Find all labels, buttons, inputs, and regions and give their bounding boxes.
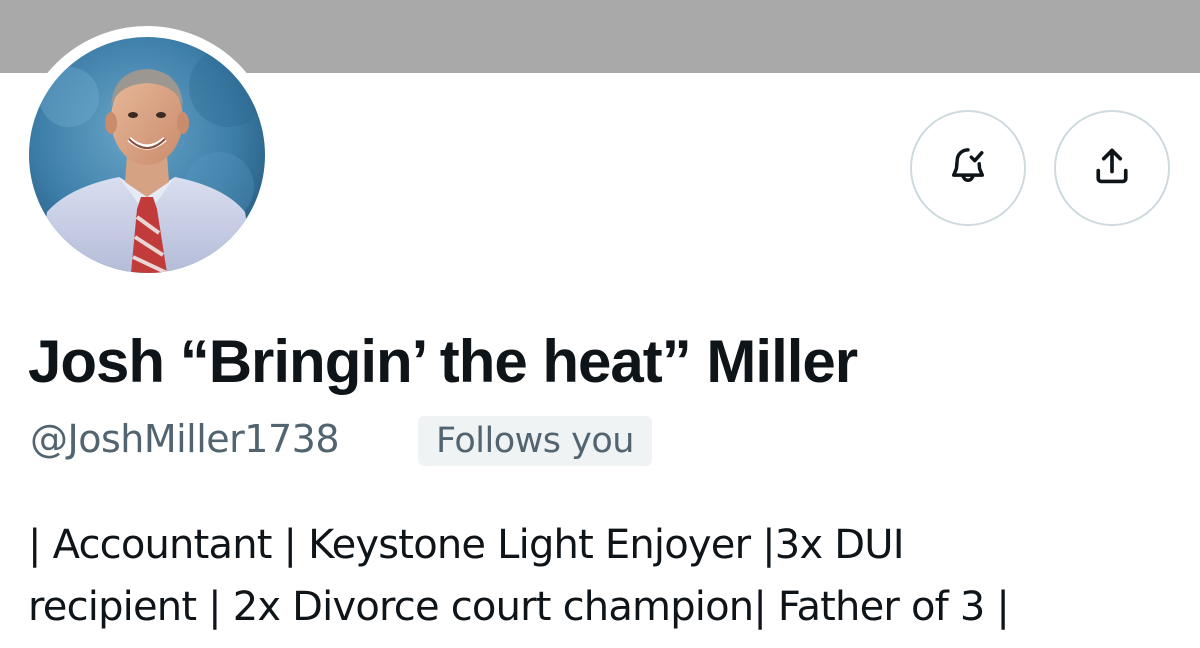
- avatar-photo: [29, 37, 265, 273]
- share-button[interactable]: [1054, 110, 1170, 226]
- share-upload-icon: [1090, 144, 1134, 193]
- profile-bio: | Accountant | Keystone Light Enjoyer |3…: [28, 514, 1188, 638]
- follows-you-badge: Follows you: [418, 416, 652, 466]
- bio-line: | Accountant | Keystone Light Enjoyer |3…: [28, 522, 905, 568]
- avatar[interactable]: [29, 37, 265, 273]
- bio-line: recipient | 2x Divorce court champion| F…: [28, 584, 1010, 630]
- notifications-button[interactable]: [910, 110, 1026, 226]
- bell-check-icon: [946, 144, 990, 193]
- profile-display-name: Josh “Bringin’ the heat” Miller: [28, 328, 858, 395]
- profile-handle: @JoshMiller1738: [30, 417, 340, 461]
